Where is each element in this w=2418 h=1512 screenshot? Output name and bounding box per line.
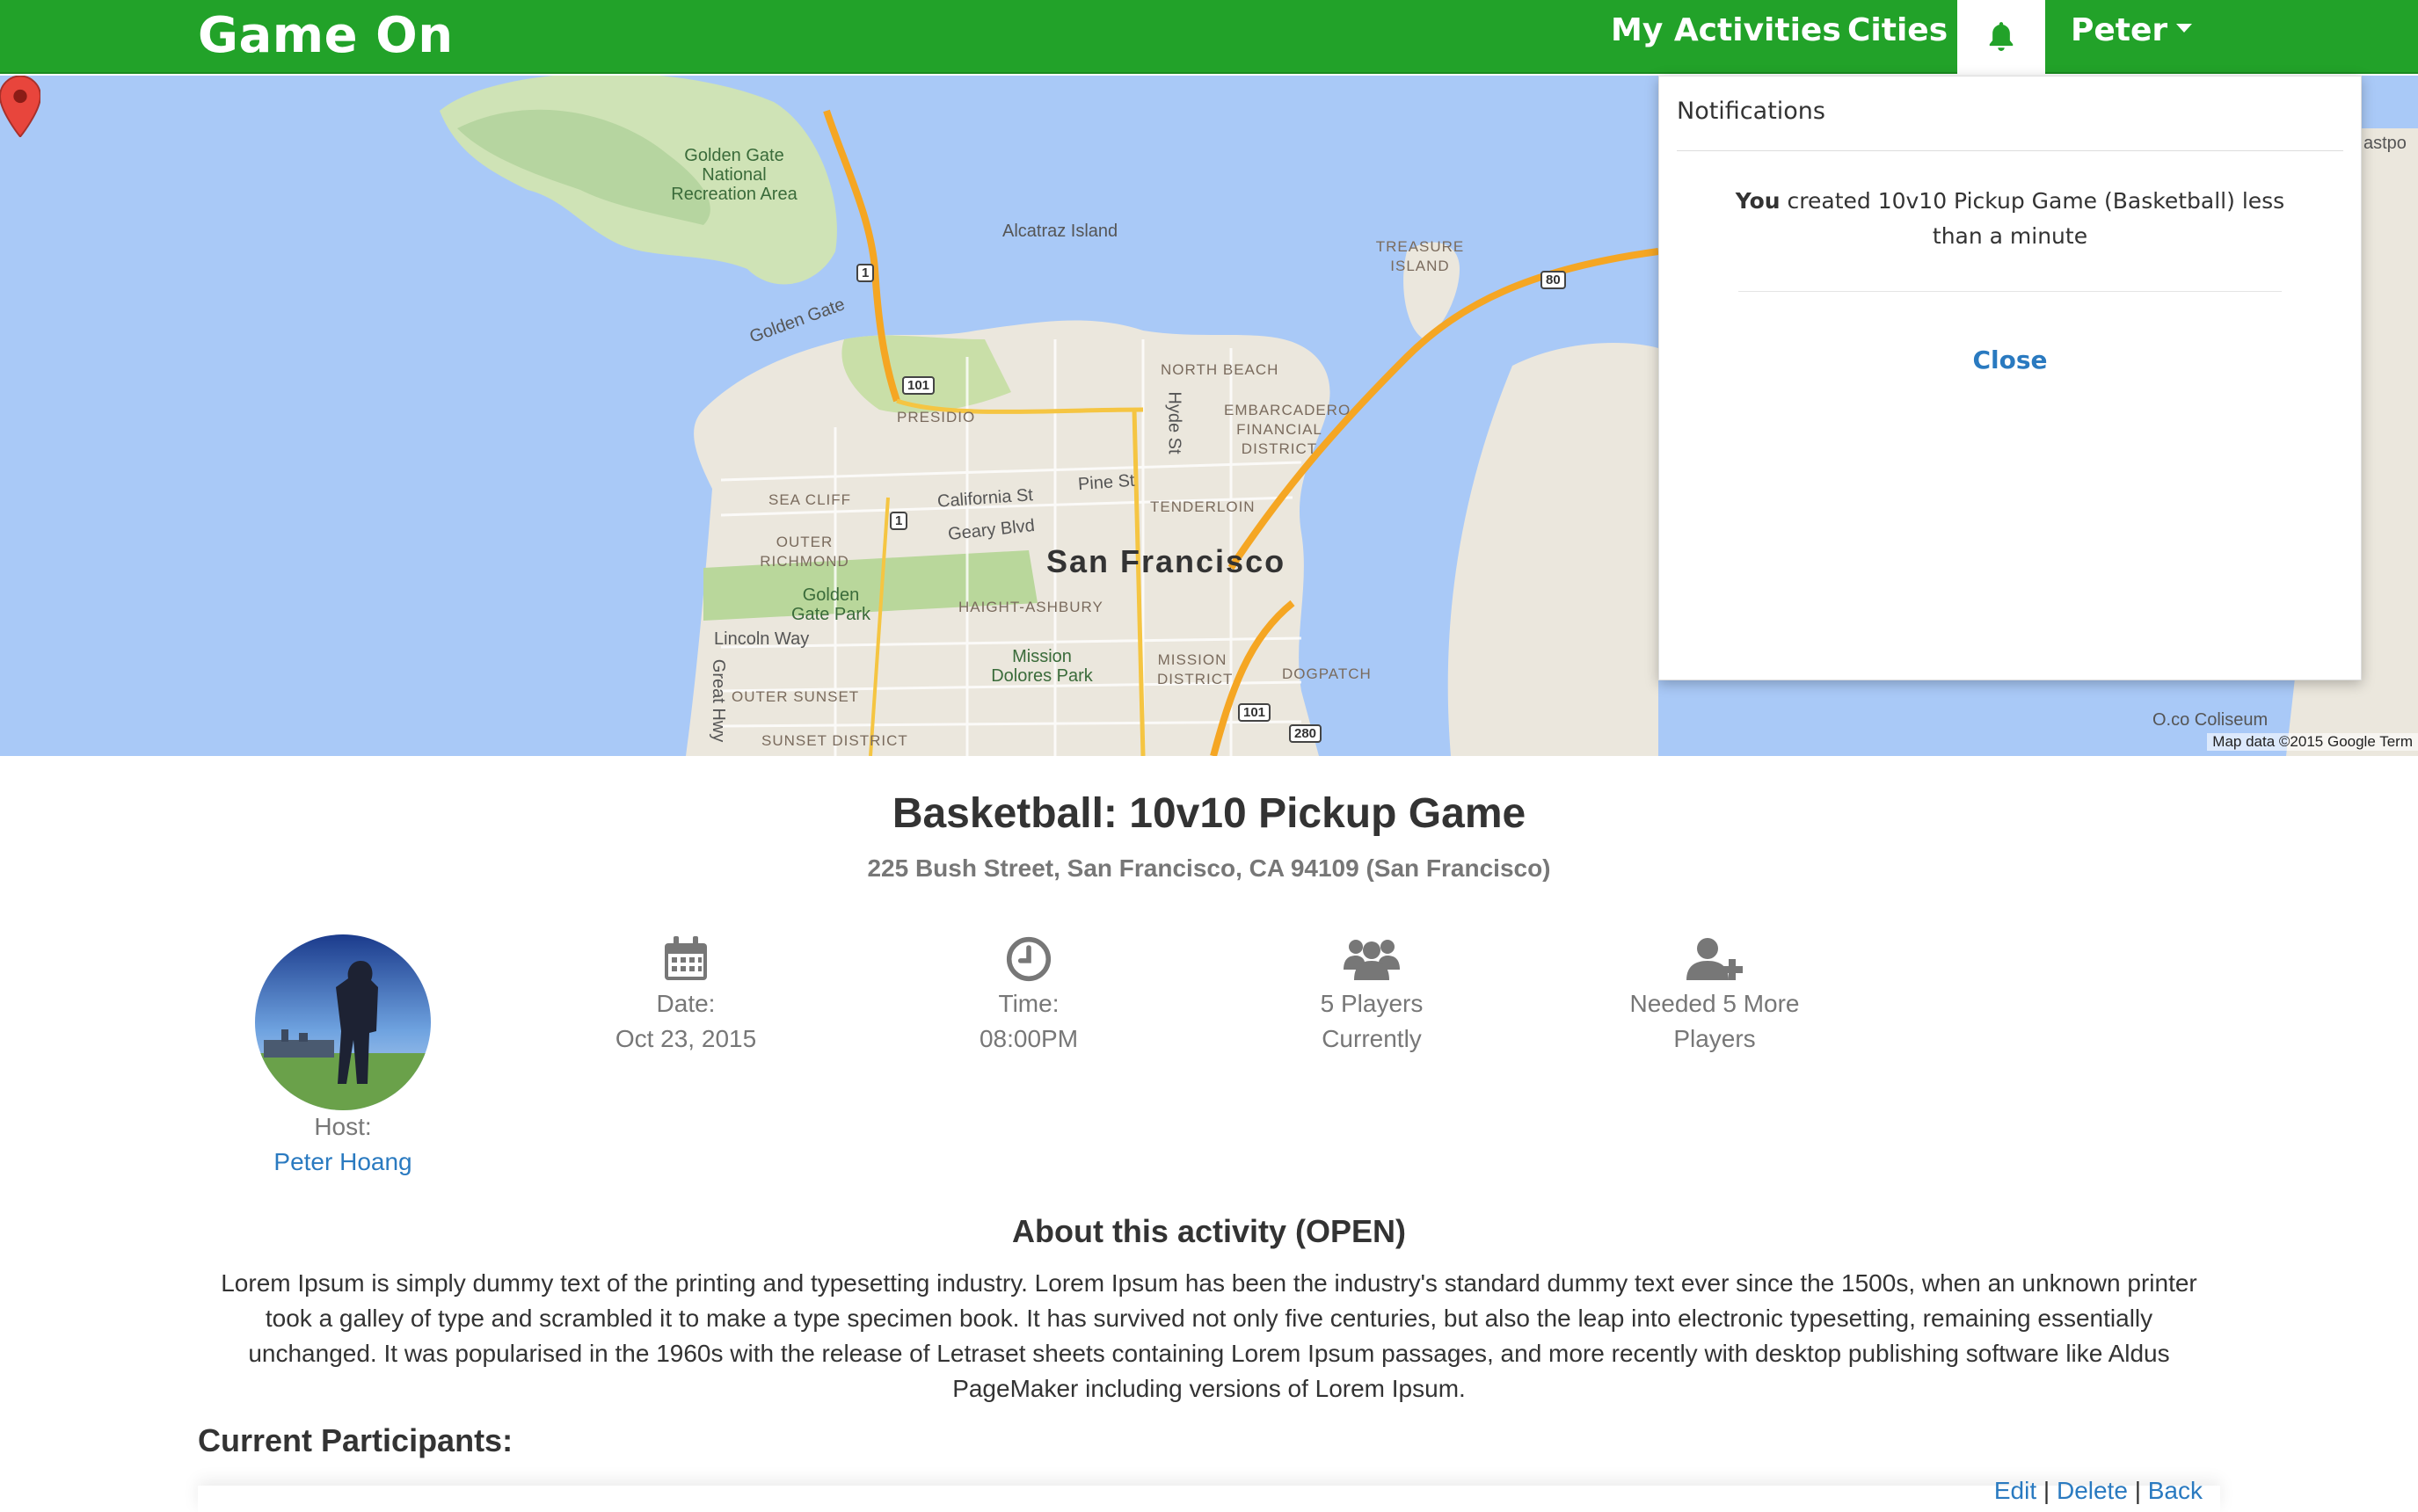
map-label-san-francisco: San Francisco (1046, 543, 1286, 579)
group-icon (1344, 940, 1400, 980)
host-label: Host: (314, 1113, 372, 1140)
map-label-haight-ashbury: HAIGHT-ASHBURY (958, 599, 1103, 615)
needed-label: Players (1673, 1025, 1756, 1052)
notifications-button[interactable] (1957, 0, 2045, 74)
participants-panel (198, 1486, 2220, 1512)
map-label-treasure-island: TREASURE ISLAND (1375, 238, 1465, 274)
activity-title: Basketball: 10v10 Pickup Game (892, 790, 1526, 837)
nav-cities[interactable]: Cities (1847, 12, 1948, 48)
map-terms-link[interactable]: Term (2379, 733, 2413, 750)
divider (1677, 150, 2343, 151)
route-101-shield: 101 (902, 376, 936, 395)
map-attribution: Map data ©2015 Google Term (2207, 733, 2418, 751)
action-separator: | (2043, 1477, 2050, 1504)
stat-time: Time: 08:00PM (897, 932, 1161, 1057)
about-description: Lorem Ipsum is simply dummy text of the … (221, 1269, 2197, 1402)
location-pin-icon[interactable] (0, 76, 40, 137)
nav-my-activities[interactable]: My Activities (1611, 12, 1841, 48)
map-label-mission-district: MISSION DISTRICT (1157, 651, 1234, 687)
stat-date: Date: Oct 23, 2015 (554, 932, 818, 1057)
top-navbar: Game On My Activities Cities Peter (0, 0, 2418, 74)
notifications-dropdown: Notifications You created 10v10 Pickup G… (1658, 76, 2362, 680)
notification-item: You created 10v10 Pickup Game (Basketbal… (1712, 184, 2308, 254)
map-label-dogpatch: DOGPATCH (1282, 665, 1372, 682)
caret-down-icon (2176, 24, 2193, 33)
route-80-shield: 80 (1540, 271, 1566, 289)
map-label-sunset-district: SUNSET DISTRICT (761, 732, 908, 749)
map-label-mission-dolores-park: Mission Dolores Park (991, 647, 1093, 686)
map-label-great-hwy: Great Hwy (709, 658, 729, 743)
map-label-presidio: PRESIDIO (897, 409, 976, 425)
stat-needed: Needed 5 More Players (1583, 932, 1846, 1057)
participants-heading: Current Participants: (198, 1422, 513, 1458)
map-label-north-beach: NORTH BEACH (1161, 361, 1279, 378)
activity-address: 225 Bush Street, San Francisco, CA 94109… (867, 854, 1551, 882)
avatar-image (255, 934, 431, 1110)
players-status: Currently (1322, 1025, 1422, 1052)
edit-link[interactable]: Edit (1994, 1477, 2036, 1504)
needed-count: Needed 5 More (1629, 990, 1800, 1017)
about-title: About this activity (OPEN) (1011, 1213, 1407, 1249)
map-label-outer-sunset: OUTER SUNSET (732, 688, 860, 705)
delete-link[interactable]: Delete (2057, 1477, 2128, 1504)
host-avatar[interactable] (255, 934, 431, 1110)
map-label-embarcadero: EMBARCADERO (1224, 402, 1351, 418)
players-count: 5 Players (1320, 990, 1424, 1017)
close-notifications-button[interactable]: Close (1659, 345, 2361, 374)
map-label-outer-richmond: OUTER RICHMOND (760, 534, 849, 570)
map-label-tenderloin: TENDERLOIN (1150, 498, 1256, 515)
time-value: 08:00PM (979, 1025, 1079, 1052)
stat-players: 5 Players Currently (1240, 932, 1504, 1057)
map-label-pine-st: Pine St (1077, 470, 1136, 495)
route-101-shield-south: 101 (1238, 703, 1271, 722)
time-label: Time: (998, 990, 1060, 1017)
notification-actor: You (1735, 188, 1781, 214)
back-link[interactable]: Back (2148, 1477, 2203, 1504)
divider (1738, 291, 2282, 292)
clock-icon (1006, 936, 1052, 982)
add-user-icon (1686, 938, 1743, 980)
user-menu[interactable]: Peter (2071, 12, 2193, 48)
activity-actions: Edit | Delete | Back (1994, 1477, 2203, 1505)
host-name-link[interactable]: Peter Hoang (211, 1148, 475, 1176)
map-credit-text: Map data ©2015 Google (2212, 733, 2376, 750)
map-label-coliseum: O.co Coliseum (2152, 710, 2269, 730)
brand-logo[interactable]: Game On (198, 7, 454, 64)
map-label-eastport: astpo (2363, 134, 2407, 153)
map-label-golden-gate-nra: Golden Gate National Recreation Area (671, 146, 798, 204)
date-value: Oct 23, 2015 (615, 1025, 757, 1052)
notifications-title: Notifications (1677, 98, 1825, 125)
map-label-golden-gate-park: Golden Gate Park (790, 585, 871, 624)
map-label-hyde-st: Hyde St (1164, 391, 1184, 454)
calendar-icon (665, 936, 707, 980)
date-label: Date: (656, 990, 716, 1017)
route-1-shield: 1 (856, 264, 875, 282)
route-1-shield-south: 1 (890, 512, 908, 530)
map-label-alcatraz: Alcatraz Island (1002, 222, 1118, 241)
action-separator: | (2134, 1477, 2141, 1504)
route-280-shield: 280 (1289, 724, 1322, 743)
notification-message: created 10v10 Pickup Game (Basketball) l… (1787, 188, 2285, 249)
map-label-lincoln-way: Lincoln Way (714, 629, 810, 649)
map-label-sea-cliff: SEA CLIFF (768, 491, 852, 508)
user-name: Peter (2071, 12, 2168, 48)
bell-icon (1989, 22, 2014, 51)
map-label-financial-district: FINANCIAL DISTRICT (1236, 421, 1322, 457)
